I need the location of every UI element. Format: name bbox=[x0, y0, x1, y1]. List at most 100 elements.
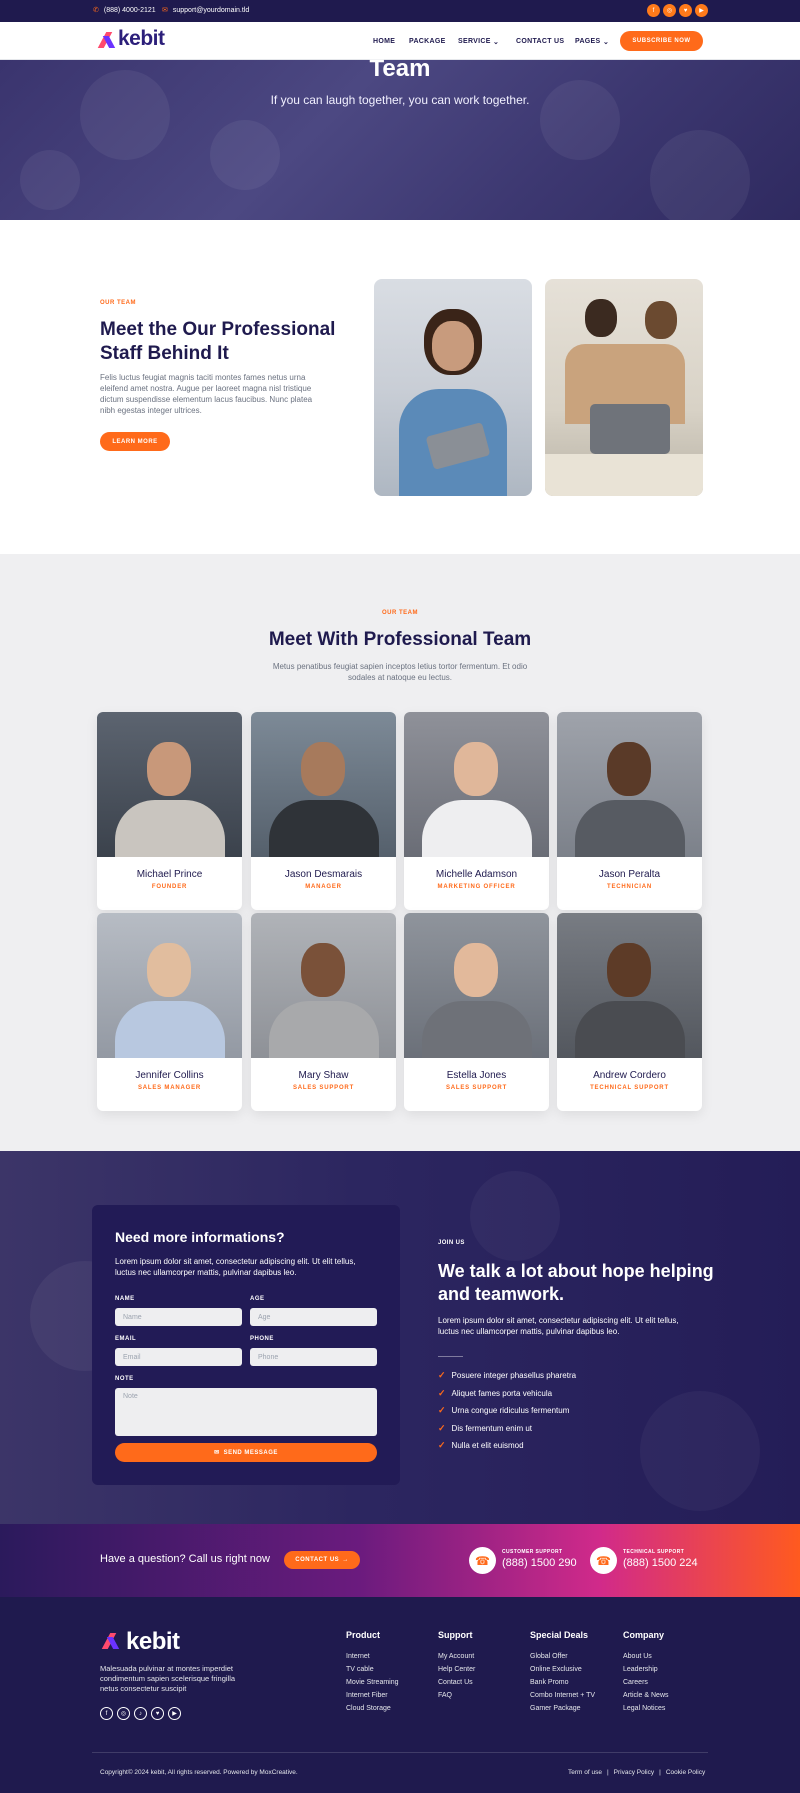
footer-link[interactable]: Legal Notices bbox=[623, 1702, 669, 1715]
youtube-icon[interactable]: ▶ bbox=[168, 1707, 181, 1720]
footer-link[interactable]: Bank Promo bbox=[530, 1676, 595, 1689]
footer-about-3: netus consectetur suscipit bbox=[100, 1684, 187, 1693]
team-card[interactable]: Michelle Adamson MARKETING OFFICER bbox=[404, 712, 549, 910]
check-icon: ✓ bbox=[438, 1388, 446, 1398]
member-photo bbox=[557, 712, 702, 857]
checklist-item: ✓ Urna congue ridiculus fermentum bbox=[438, 1405, 569, 1416]
instagram-icon[interactable]: ◎ bbox=[663, 4, 676, 17]
youtube-icon[interactable]: ▶ bbox=[695, 4, 708, 17]
team-card[interactable]: Andrew Cordero TECHNICAL SUPPORT bbox=[557, 913, 702, 1111]
customer-support-phone[interactable]: (888) 1500 290 bbox=[502, 1557, 577, 1569]
team-card[interactable]: Estella Jones SALES SUPPORT bbox=[404, 913, 549, 1111]
topbar-email[interactable]: ✉ support@yourdomain.tld bbox=[162, 6, 249, 15]
member-photo bbox=[97, 712, 242, 857]
footer-link[interactable]: About Us bbox=[623, 1650, 669, 1663]
check-icon: ✓ bbox=[438, 1405, 446, 1415]
facebook-icon[interactable]: f bbox=[100, 1707, 113, 1720]
subscribe-button[interactable]: SUBSCRIBE NOW bbox=[620, 31, 703, 51]
member-name: Mary Shaw bbox=[298, 1070, 349, 1081]
member-body bbox=[115, 800, 225, 857]
nav-home[interactable]: HOME bbox=[373, 38, 395, 45]
logo[interactable]: kebit bbox=[100, 27, 165, 51]
legal-link-terms[interactable]: Term of use bbox=[568, 1769, 602, 1776]
topbar-phone[interactable]: ✆ (888) 4000-2121 bbox=[93, 6, 156, 15]
footer-link[interactable]: Internet bbox=[346, 1650, 399, 1663]
footer-link[interactable]: Global Offer bbox=[530, 1650, 595, 1663]
footer-about-2: condimentum sapien scelerisque fringilla bbox=[100, 1674, 236, 1683]
member-head bbox=[607, 943, 651, 997]
check-icon: ✓ bbox=[438, 1423, 446, 1433]
member-role: MANAGER bbox=[305, 884, 342, 890]
contact-us-button[interactable]: CONTACT US → bbox=[284, 1551, 360, 1569]
footer-link[interactable]: Leadership bbox=[623, 1663, 669, 1676]
email-input[interactable]: Email bbox=[115, 1348, 242, 1366]
footer-link[interactable]: Internet Fiber bbox=[346, 1689, 399, 1702]
photo-person bbox=[645, 301, 677, 339]
team-intro-1: Metus penatibus feugiat sapien inceptos … bbox=[272, 662, 528, 671]
tiktok-icon[interactable]: ♪ bbox=[134, 1707, 147, 1720]
footer-about-1: Malesuada pulvinar at montes imperdiet bbox=[100, 1664, 233, 1673]
bg-decor bbox=[470, 1171, 560, 1261]
footer-divider bbox=[92, 1752, 708, 1753]
name-input[interactable]: Name bbox=[115, 1308, 242, 1326]
nav-package[interactable]: PACKAGE bbox=[409, 38, 446, 45]
team-card[interactable]: Jason Desmarais MANAGER bbox=[251, 712, 396, 910]
tech-support-phone[interactable]: (888) 1500 224 bbox=[623, 1557, 698, 1569]
learn-more-button[interactable]: LEARN MORE bbox=[100, 432, 170, 451]
footer-link[interactable]: Movie Streaming bbox=[346, 1676, 399, 1689]
form-intro-1: Lorem ipsum dolor sit amet, consectetur … bbox=[115, 1257, 356, 1266]
member-name: Jason Desmarais bbox=[284, 869, 363, 880]
bg-decor bbox=[640, 1391, 760, 1511]
legal-link-privacy[interactable]: Privacy Policy bbox=[614, 1769, 654, 1776]
footer-logo[interactable]: kebit bbox=[104, 1628, 180, 1656]
twitter-icon[interactable]: ♥ bbox=[679, 4, 692, 17]
footer-link[interactable]: Cloud Storage bbox=[346, 1702, 399, 1715]
checklist-item: ✓ Posuere integer phasellus pharetra bbox=[438, 1370, 576, 1381]
team-card[interactable]: Michael Prince FOUNDER bbox=[97, 712, 242, 910]
checklist-text: Urna congue ridiculus fermentum bbox=[451, 1406, 570, 1415]
member-photo bbox=[97, 913, 242, 1058]
age-label: AGE bbox=[250, 1296, 265, 1302]
footer-link[interactable]: Online Exclusive bbox=[530, 1663, 595, 1676]
footer-link[interactable]: Article & News bbox=[623, 1689, 669, 1702]
team-card[interactable]: Mary Shaw SALES SUPPORT bbox=[251, 913, 396, 1111]
footer-link[interactable]: Contact Us bbox=[438, 1676, 475, 1689]
team-card[interactable]: Jason Peralta TECHNICIAN bbox=[557, 712, 702, 910]
footer-link[interactable]: Careers bbox=[623, 1676, 669, 1689]
footer-link[interactable]: TV cable bbox=[346, 1663, 399, 1676]
top-bar: ✆ (888) 4000-2121 ✉ support@yourdomain.t… bbox=[0, 0, 800, 22]
hero-decor bbox=[80, 70, 170, 160]
send-message-button[interactable]: ✉ SEND MESSAGE bbox=[115, 1443, 377, 1462]
team-card[interactable]: Jennifer Collins SALES MANAGER bbox=[97, 913, 242, 1111]
facebook-icon[interactable]: f bbox=[647, 4, 660, 17]
legal-separator: | bbox=[606, 1769, 609, 1776]
footer-link[interactable]: FAQ bbox=[438, 1689, 475, 1702]
footer-link[interactable]: Gamer Package bbox=[530, 1702, 595, 1715]
topbar-phone-text: (888) 4000-2121 bbox=[103, 6, 156, 14]
nav-pages[interactable]: PAGES bbox=[575, 38, 601, 45]
footer-link[interactable]: Help Center bbox=[438, 1663, 475, 1676]
send-message-label: SEND MESSAGE bbox=[223, 1449, 278, 1456]
legal-link-cookie[interactable]: Cookie Policy bbox=[666, 1769, 705, 1776]
footer-col-title: Special Deals bbox=[530, 1630, 589, 1640]
note-textarea[interactable]: Note bbox=[115, 1388, 377, 1436]
logo-text: kebit bbox=[118, 27, 165, 50]
photo-face bbox=[432, 321, 474, 371]
legal-links: Term of use | Privacy Policy | Cookie Po… bbox=[568, 1769, 705, 1776]
member-name: Andrew Cordero bbox=[593, 1070, 666, 1081]
member-body bbox=[269, 800, 379, 857]
footer-link[interactable]: My Account bbox=[438, 1650, 475, 1663]
divider bbox=[438, 1356, 463, 1357]
twitter-icon[interactable]: ♥ bbox=[151, 1707, 164, 1720]
nav-service[interactable]: SERVICE bbox=[458, 38, 491, 45]
legal-separator: | bbox=[659, 1769, 661, 1776]
instagram-icon[interactable]: ◎ bbox=[117, 1707, 130, 1720]
footer-link[interactable]: Combo Internet + TV bbox=[530, 1689, 595, 1702]
footer-col-title: Support bbox=[438, 1630, 473, 1640]
phone-input[interactable]: Phone bbox=[250, 1348, 377, 1366]
checklist-text: Posuere integer phasellus pharetra bbox=[451, 1371, 577, 1380]
member-body bbox=[115, 1001, 225, 1058]
nav-contact[interactable]: CONTACT US bbox=[516, 38, 564, 45]
age-input[interactable]: Age bbox=[250, 1308, 377, 1326]
checklist-item: ✓ Aliquet fames porta vehicula bbox=[438, 1388, 552, 1399]
